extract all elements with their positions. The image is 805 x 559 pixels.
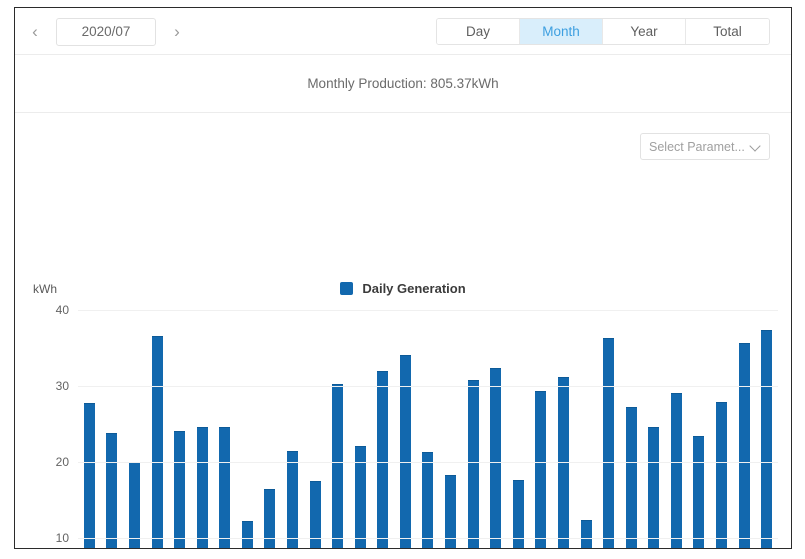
- bar-cell: [665, 310, 688, 549]
- legend-swatch-icon: [340, 282, 353, 295]
- bar-19[interactable]: [490, 368, 501, 549]
- bar-22[interactable]: [558, 377, 569, 549]
- next-period-button[interactable]: ›: [165, 19, 189, 45]
- bar-cell: [575, 310, 598, 549]
- bar-cell: [642, 310, 665, 549]
- bar-cell: [417, 310, 440, 549]
- gridline: 20: [78, 462, 778, 463]
- bar-cell: [710, 310, 733, 549]
- bar-cell: [349, 310, 372, 549]
- bar-07[interactable]: [219, 427, 230, 549]
- bar-18[interactable]: [468, 380, 479, 549]
- gridline: 10: [78, 538, 778, 539]
- monthly-production-text: Monthly Production: 805.37kWh: [307, 76, 498, 91]
- legend-label-daily-generation: Daily Generation: [362, 281, 465, 296]
- bar-25[interactable]: [626, 407, 637, 549]
- bar-cell: [281, 310, 304, 549]
- bar-29[interactable]: [716, 402, 727, 549]
- period-tab-group: Day Month Year Total: [436, 18, 770, 45]
- bar-cell: [733, 310, 756, 549]
- bar-27[interactable]: [671, 393, 682, 549]
- chart-container: Select Paramet... kWh Daily Generation 4…: [15, 113, 791, 548]
- bar-26[interactable]: [648, 427, 659, 549]
- toolbar-header: ‹ 2020/07 › Day Month Year Total: [15, 8, 791, 55]
- bar-04[interactable]: [152, 336, 163, 549]
- chart-panel: ‹ 2020/07 › Day Month Year Total Monthly…: [14, 7, 792, 549]
- bar-cell: [168, 310, 191, 549]
- bar-08[interactable]: [242, 521, 253, 549]
- bar-series: [78, 310, 778, 549]
- y-axis-tick-label: 40: [56, 303, 69, 317]
- bar-cell: [597, 310, 620, 549]
- tab-year[interactable]: Year: [603, 19, 686, 44]
- chart-legend: Daily Generation: [15, 281, 791, 296]
- gridline: 40: [78, 310, 778, 311]
- bar-cell: [394, 310, 417, 549]
- bar-02[interactable]: [106, 433, 117, 549]
- bar-15[interactable]: [400, 355, 411, 549]
- bar-cell: [213, 310, 236, 549]
- date-input[interactable]: 2020/07: [56, 18, 156, 46]
- bar-cell: [236, 310, 259, 549]
- plot-area: 403020100: [78, 310, 778, 549]
- bar-cell: [259, 310, 282, 549]
- bar-03[interactable]: [129, 462, 140, 549]
- tab-month[interactable]: Month: [520, 19, 603, 44]
- bar-cell: [78, 310, 101, 549]
- bar-cell: [372, 310, 395, 549]
- bar-23[interactable]: [581, 520, 592, 549]
- bar-cell: [146, 310, 169, 549]
- bar-cell: [530, 310, 553, 549]
- bar-16[interactable]: [422, 452, 433, 549]
- date-navigator: ‹ 2020/07 ›: [23, 8, 189, 55]
- bar-cell: [101, 310, 124, 549]
- y-axis-unit-label: kWh: [33, 282, 57, 296]
- bar-cell: [755, 310, 778, 549]
- parameter-select-label: Select Paramet...: [649, 140, 750, 154]
- bar-01[interactable]: [84, 403, 95, 549]
- bar-cell: [462, 310, 485, 549]
- y-axis-tick-label: 10: [56, 531, 69, 545]
- parameter-select[interactable]: Select Paramet...: [640, 133, 770, 160]
- y-axis-tick-label: 30: [56, 379, 69, 393]
- bar-10[interactable]: [287, 451, 298, 549]
- bar-cell: [507, 310, 530, 549]
- tab-total[interactable]: Total: [686, 19, 769, 44]
- bar-cell: [191, 310, 214, 549]
- gridline: 30: [78, 386, 778, 387]
- bar-31[interactable]: [761, 330, 772, 549]
- bar-24[interactable]: [603, 338, 614, 549]
- previous-period-button[interactable]: ‹: [23, 19, 47, 45]
- bar-cell: [688, 310, 711, 549]
- bar-cell: [304, 310, 327, 549]
- bar-09[interactable]: [264, 489, 275, 549]
- bar-cell: [620, 310, 643, 549]
- chevron-down-icon: [750, 141, 761, 152]
- bar-05[interactable]: [174, 431, 185, 549]
- bar-cell: [326, 310, 349, 549]
- bar-21[interactable]: [535, 391, 546, 549]
- bar-cell: [552, 310, 575, 549]
- tab-day[interactable]: Day: [437, 19, 520, 44]
- bar-30[interactable]: [739, 343, 750, 549]
- summary-bar: Monthly Production: 805.37kWh: [15, 55, 791, 113]
- bar-28[interactable]: [693, 436, 704, 549]
- bar-cell: [439, 310, 462, 549]
- bar-cell: [123, 310, 146, 549]
- bar-12[interactable]: [332, 384, 343, 549]
- y-axis-tick-label: 20: [56, 455, 69, 469]
- bar-cell: [484, 310, 507, 549]
- bar-06[interactable]: [197, 427, 208, 549]
- bar-14[interactable]: [377, 371, 388, 549]
